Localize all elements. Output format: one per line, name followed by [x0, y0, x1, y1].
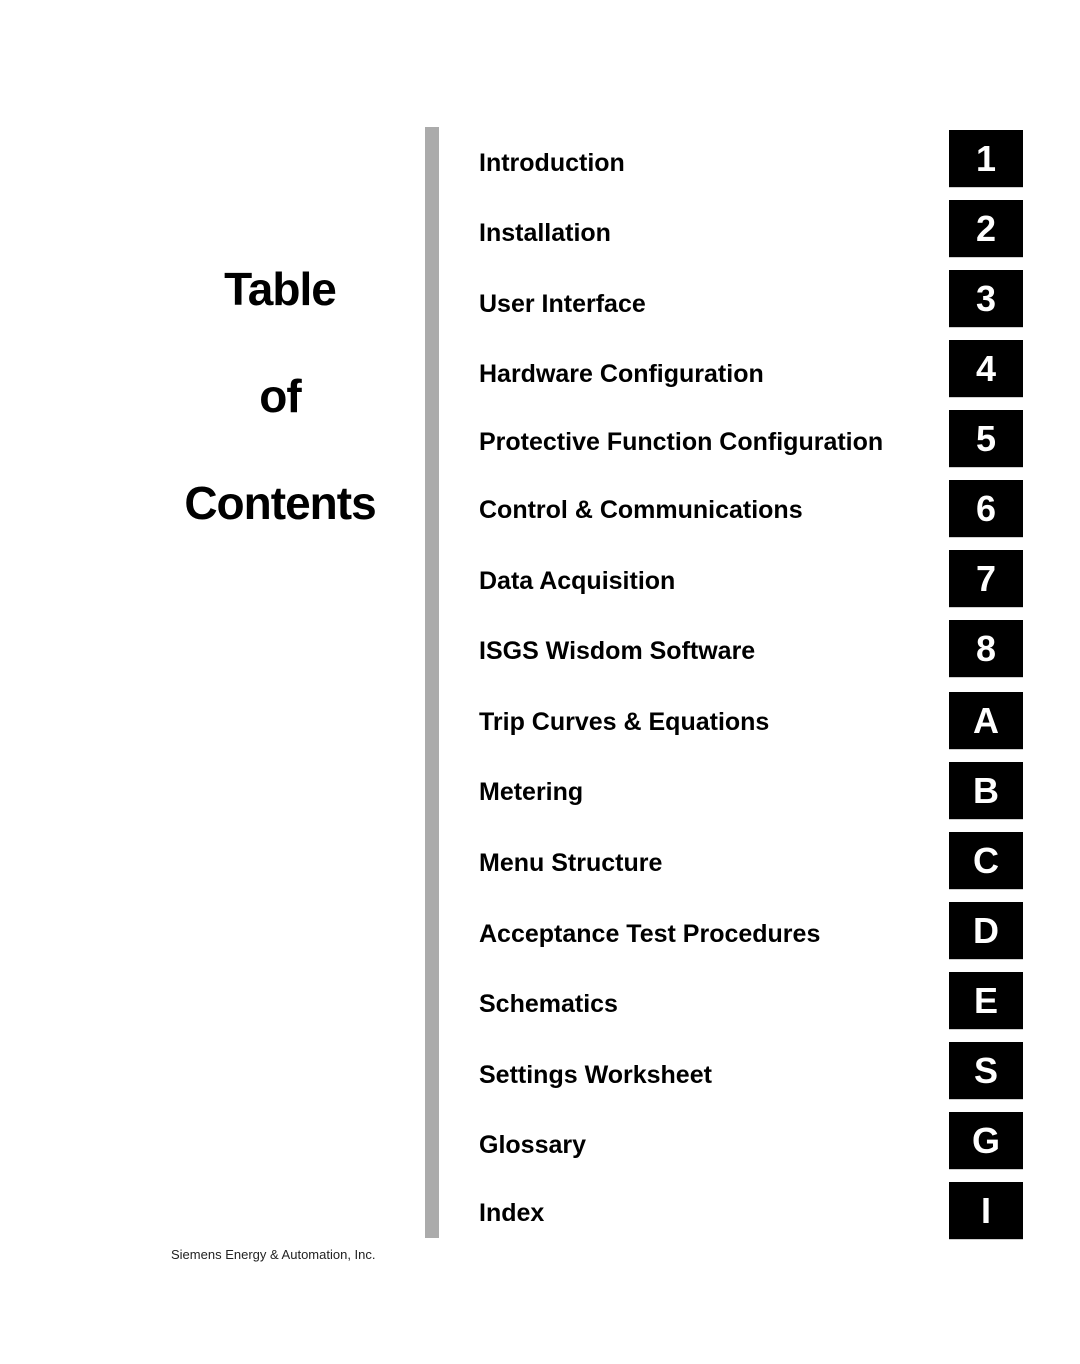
toc-entry-label[interactable]: User Interface	[479, 290, 646, 319]
toc-entry-label[interactable]: Menu Structure	[479, 849, 662, 878]
section-tab[interactable]: 1	[949, 130, 1023, 187]
toc-entry-label[interactable]: Acceptance Test Procedures	[479, 920, 820, 949]
section-tab[interactable]: 8	[949, 620, 1023, 677]
section-tab[interactable]: C	[949, 832, 1023, 889]
section-tab[interactable]: 3	[949, 270, 1023, 327]
section-tab[interactable]: 4	[949, 340, 1023, 397]
toc-entry-label[interactable]: Hardware Configuration	[479, 360, 764, 389]
toc-entry-label[interactable]: Installation	[479, 219, 611, 248]
toc-entry-label[interactable]: Schematics	[479, 990, 618, 1019]
section-tab[interactable]: 5	[949, 410, 1023, 467]
title-line-table: Table	[224, 263, 337, 315]
title-line-contents: Contents	[184, 477, 376, 529]
section-tab[interactable]: 2	[949, 200, 1023, 257]
section-tab[interactable]: E	[949, 972, 1023, 1029]
section-tab[interactable]: 6	[949, 480, 1023, 537]
toc-entry-label[interactable]: Introduction	[479, 149, 625, 178]
section-tab[interactable]: D	[949, 902, 1023, 959]
section-tab[interactable]: S	[949, 1042, 1023, 1099]
toc-entry-label[interactable]: Settings Worksheet	[479, 1061, 712, 1090]
title-line-of: of	[259, 370, 301, 422]
section-tab[interactable]: I	[949, 1182, 1023, 1239]
toc-entry-label[interactable]: Trip Curves & Equations	[479, 708, 769, 737]
footer-publisher: Siemens Energy & Automation, Inc.	[171, 1247, 376, 1262]
toc-entry-label[interactable]: Protective Function Configuration	[479, 428, 883, 457]
toc-entry-label[interactable]: Metering	[479, 778, 583, 807]
section-tab[interactable]: G	[949, 1112, 1023, 1169]
section-tab[interactable]: 7	[949, 550, 1023, 607]
toc-entry-label[interactable]: Index	[479, 1199, 544, 1228]
section-tab[interactable]: B	[949, 762, 1023, 819]
vertical-divider	[425, 127, 439, 1238]
toc-entry-label[interactable]: Control & Communications	[479, 496, 803, 525]
section-tab[interactable]: A	[949, 692, 1023, 749]
toc-entry-label[interactable]: Glossary	[479, 1131, 586, 1160]
toc-entry-label[interactable]: ISGS Wisdom Software	[479, 637, 755, 666]
toc-entry-label[interactable]: Data Acquisition	[479, 567, 675, 596]
